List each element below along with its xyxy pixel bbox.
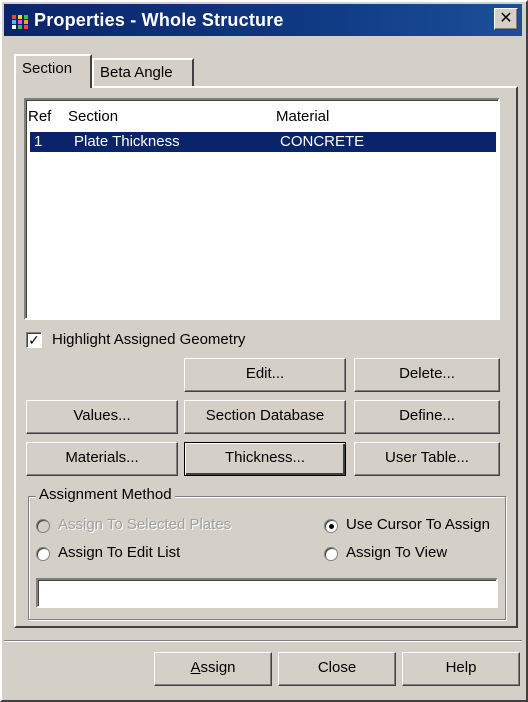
define-button[interactable]: Define...: [354, 400, 500, 434]
highlight-checkbox-label: Highlight Assigned Geometry: [52, 331, 246, 348]
tab-section-label: Section: [22, 60, 73, 77]
radio-use-cursor-label: Use Cursor To Assign: [346, 516, 490, 533]
assign-button-mnemonic: A: [190, 659, 201, 676]
user-table-button[interactable]: User Table...: [354, 442, 500, 476]
window-title: Properties - Whole Structure: [34, 10, 284, 30]
app-icon: [12, 13, 28, 29]
assign-button[interactable]: Assign: [154, 652, 272, 686]
row-section: Plate Thickness: [74, 133, 180, 150]
radio-assign-edit-list-label: Assign To Edit List: [58, 544, 181, 561]
assignment-method-label: Assignment Method: [36, 486, 175, 503]
assign-button-label: ssign: [200, 659, 236, 676]
tab-beta-angle[interactable]: Beta Angle: [92, 58, 194, 86]
radio-assign-selected-plates-label: Assign To Selected Plates: [58, 516, 232, 533]
values-button[interactable]: Values...: [26, 400, 178, 434]
footer-separator: [4, 640, 522, 642]
section-database-button[interactable]: Section Database: [184, 400, 346, 434]
tab-beta-angle-label: Beta Angle: [100, 64, 173, 81]
section-list[interactable]: Ref Section Material 1 Plate Thickness C…: [24, 98, 500, 320]
radio-assign-view-label: Assign To View: [346, 544, 448, 561]
radio-assign-selected-plates[interactable]: [36, 519, 50, 533]
radio-assign-view[interactable]: [324, 547, 338, 561]
close-icon[interactable]: ✕: [494, 8, 518, 30]
column-header-material: Material: [276, 108, 330, 125]
highlight-checkbox[interactable]: ✓: [26, 332, 42, 348]
column-header-section: Section: [68, 108, 119, 125]
radio-selected-dot-icon: [329, 524, 334, 529]
delete-button[interactable]: Delete...: [354, 358, 500, 392]
check-icon: ✓: [28, 332, 40, 348]
radio-assign-edit-list[interactable]: [36, 547, 50, 561]
list-row[interactable]: 1 Plate Thickness CONCRETE: [30, 132, 496, 152]
help-button[interactable]: Help: [402, 652, 520, 686]
row-ref: 1: [34, 133, 43, 150]
edit-button[interactable]: Edit...: [184, 358, 346, 392]
thickness-button[interactable]: Thickness...: [184, 442, 346, 476]
title-bar[interactable]: Properties - Whole Structure ✕: [4, 4, 522, 36]
tab-section[interactable]: Section: [14, 54, 92, 88]
column-header-ref: Ref: [28, 108, 52, 125]
materials-button[interactable]: Materials...: [26, 442, 178, 476]
radio-use-cursor[interactable]: [324, 519, 338, 533]
row-material: CONCRETE: [280, 133, 365, 150]
edit-list-field[interactable]: [36, 578, 498, 608]
close-button[interactable]: Close: [278, 652, 396, 686]
